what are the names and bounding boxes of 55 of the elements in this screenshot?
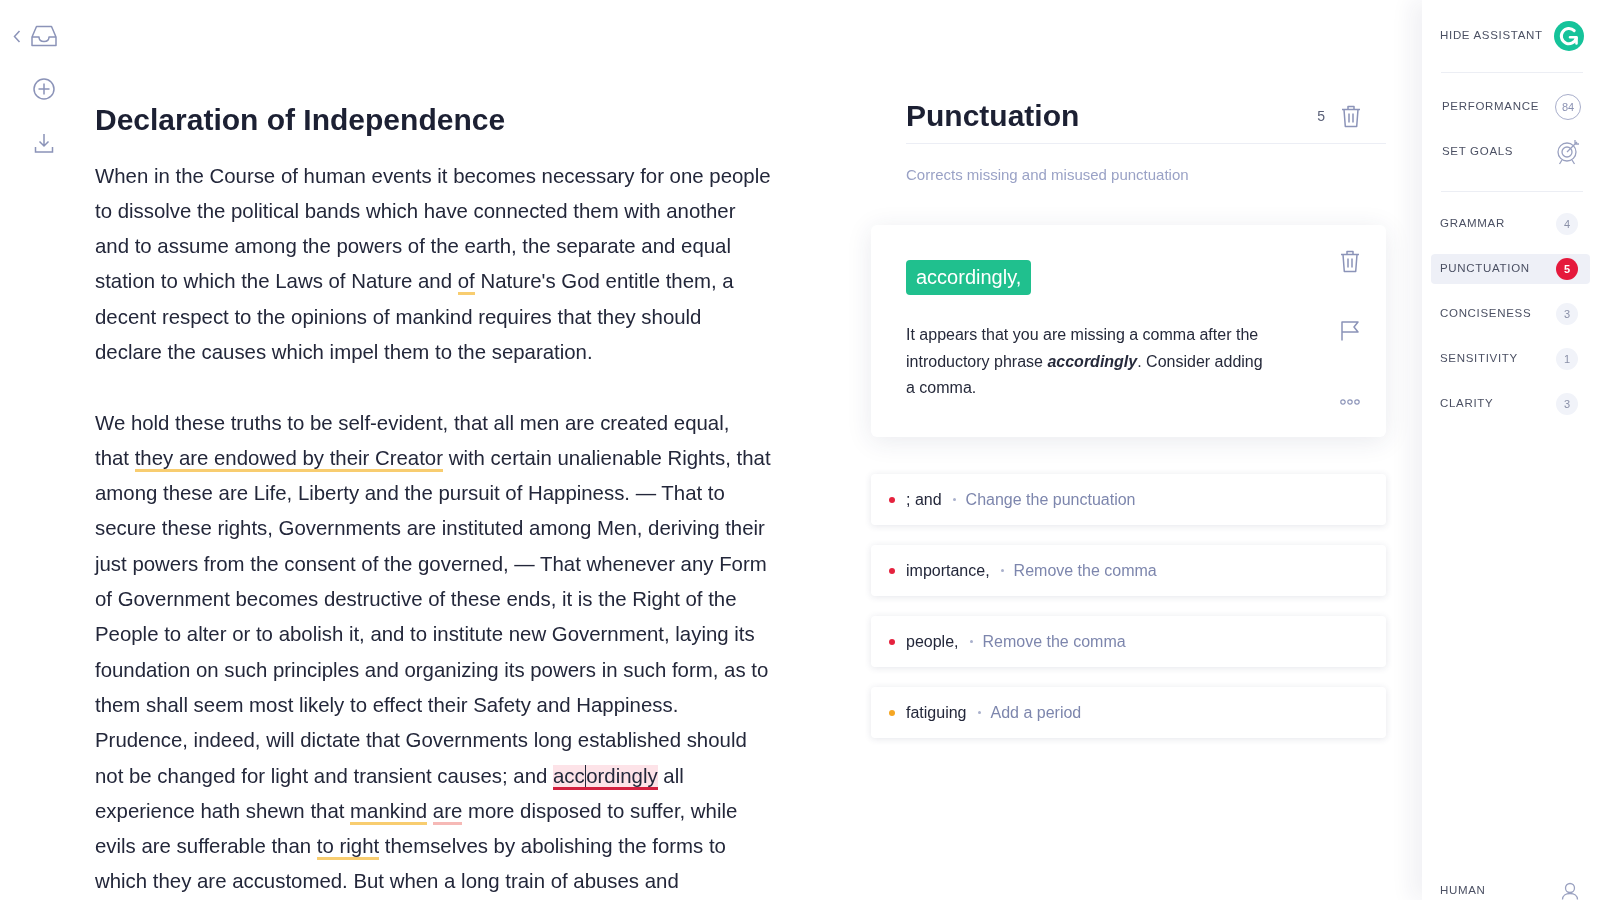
- count-badge: 1: [1556, 348, 1578, 370]
- category-label: CONCISENESS: [1440, 306, 1532, 322]
- flagged-word[interactable]: they are endowed by their Creator: [134, 446, 443, 472]
- document-title: Declaration of Independence: [95, 102, 506, 138]
- suggestion-card[interactable]: importance, Remove the comma: [871, 545, 1386, 596]
- sidebar-link[interactable]: PERFORMANCE: [1442, 98, 1540, 116]
- flagged-word[interactable]: of: [457, 270, 475, 296]
- paragraph: We hold these truths to be self-evident, that all men are created equal, that they are endowed by their Creator with certain unalienable Rights, that among these are Life, Liberty and the pursuit of Happiness. — That to secure these rights, Governments are instituted among Men, deriving their just powers from the consent of the governed, — That whenever any Form of Government becomes destructive of these ends, it is the Right of the People to alter or to abolish it, and to institute new Government, laying its foundation on such principles and organizing its powers in such form, as to them shall seem most likely to effect their Safety and Happiness. Prudence, indeed, will dictate that Governments long established should not be changed for light and transient causes; and accordingly all experience hath shewn that mankind are more disposed to suffer, while evils are sufferable than to right themselves by abolishing the forms to which they are accustomed. But when a long train of abuses and: [95, 410, 771, 895]
- suggestion-card[interactable]: people, Remove the comma: [871, 616, 1386, 667]
- hide-assistant-button[interactable]: HIDE ASSISTANT: [1440, 27, 1543, 45]
- category-label: GRAMMAR: [1440, 216, 1505, 232]
- issue-count: 5: [1317, 106, 1325, 126]
- category-label: PUNCTUATION: [1440, 261, 1530, 277]
- suggestion-card[interactable]: fatiguing Add a period: [871, 687, 1386, 738]
- suggestion-text: importance,: [906, 560, 990, 581]
- download-icon[interactable]: [34, 133, 54, 153]
- category-item[interactable]: SENSITIVITY 1: [1431, 344, 1590, 374]
- flagged-word[interactable]: to right: [316, 835, 380, 861]
- person-icon[interactable]: [1561, 882, 1579, 900]
- back-chevron-icon[interactable]: [13, 29, 21, 43]
- category-label: CLARITY: [1440, 396, 1494, 412]
- suggestion-action: Remove the comma: [982, 631, 1126, 652]
- sidebar-link[interactable]: HUMAN: [1440, 882, 1486, 898]
- count-badge: 3: [1556, 393, 1578, 415]
- suggestion-action: Change the punctuation: [965, 489, 1136, 510]
- panel-title: Punctuation: [906, 98, 1080, 134]
- add-circle-icon[interactable]: [33, 78, 55, 100]
- flagged-word[interactable]: mankind: [350, 799, 428, 825]
- trash-icon[interactable]: [1340, 250, 1360, 273]
- count-badge: 5: [1556, 258, 1578, 280]
- count-badge: 4: [1556, 213, 1578, 235]
- category-item[interactable]: GRAMMAR 4: [1431, 209, 1590, 239]
- flagged-word[interactable]: are: [432, 799, 463, 825]
- suggestion-text: people,: [906, 631, 959, 652]
- category-item[interactable]: PUNCTUATION 5: [1431, 254, 1590, 284]
- category-item[interactable]: CONCISENESS 3: [1431, 299, 1590, 329]
- target-icon: [1555, 139, 1581, 165]
- more-options-icon[interactable]: [1340, 399, 1360, 405]
- flagged-word[interactable]: accordingly: [553, 764, 658, 790]
- category-label: SENSITIVITY: [1440, 351, 1518, 367]
- category-item[interactable]: CLARITY 3: [1431, 389, 1590, 419]
- suggestion-text: fatiguing: [906, 702, 967, 723]
- suggestion-action: Remove the comma: [1013, 560, 1157, 581]
- suggestion-explanation: It appears that you are missing a comma after the introductory phrase accordingly. Consider adding a comma.: [906, 325, 1264, 398]
- sidebar-link[interactable]: SET GOALS: [1442, 143, 1514, 161]
- suggestion-text: ; and: [906, 489, 942, 510]
- inbox-icon[interactable]: [31, 25, 57, 47]
- assistant-logo-icon[interactable]: [1554, 21, 1584, 51]
- suggestion-action: Add a period: [990, 702, 1082, 723]
- flag-icon[interactable]: [1341, 321, 1359, 341]
- suggestion-card[interactable]: ; and Change the punctuation: [871, 474, 1386, 525]
- count-badge: 3: [1556, 303, 1578, 325]
- paragraph: When in the Course of human events it becomes necessary for one people to dissolve the political bands which have connected them with another and to assume among the powers of the earth, the separate and equal station to which the Laws of Nature and of Nature's God entitle them, a decent respect to the opinions of mankind requires that they should declare the causes which impel them to the separation.: [95, 163, 771, 365]
- panel-description: Corrects missing and misused punctuation: [906, 165, 1189, 185]
- trash-icon[interactable]: [1341, 104, 1361, 128]
